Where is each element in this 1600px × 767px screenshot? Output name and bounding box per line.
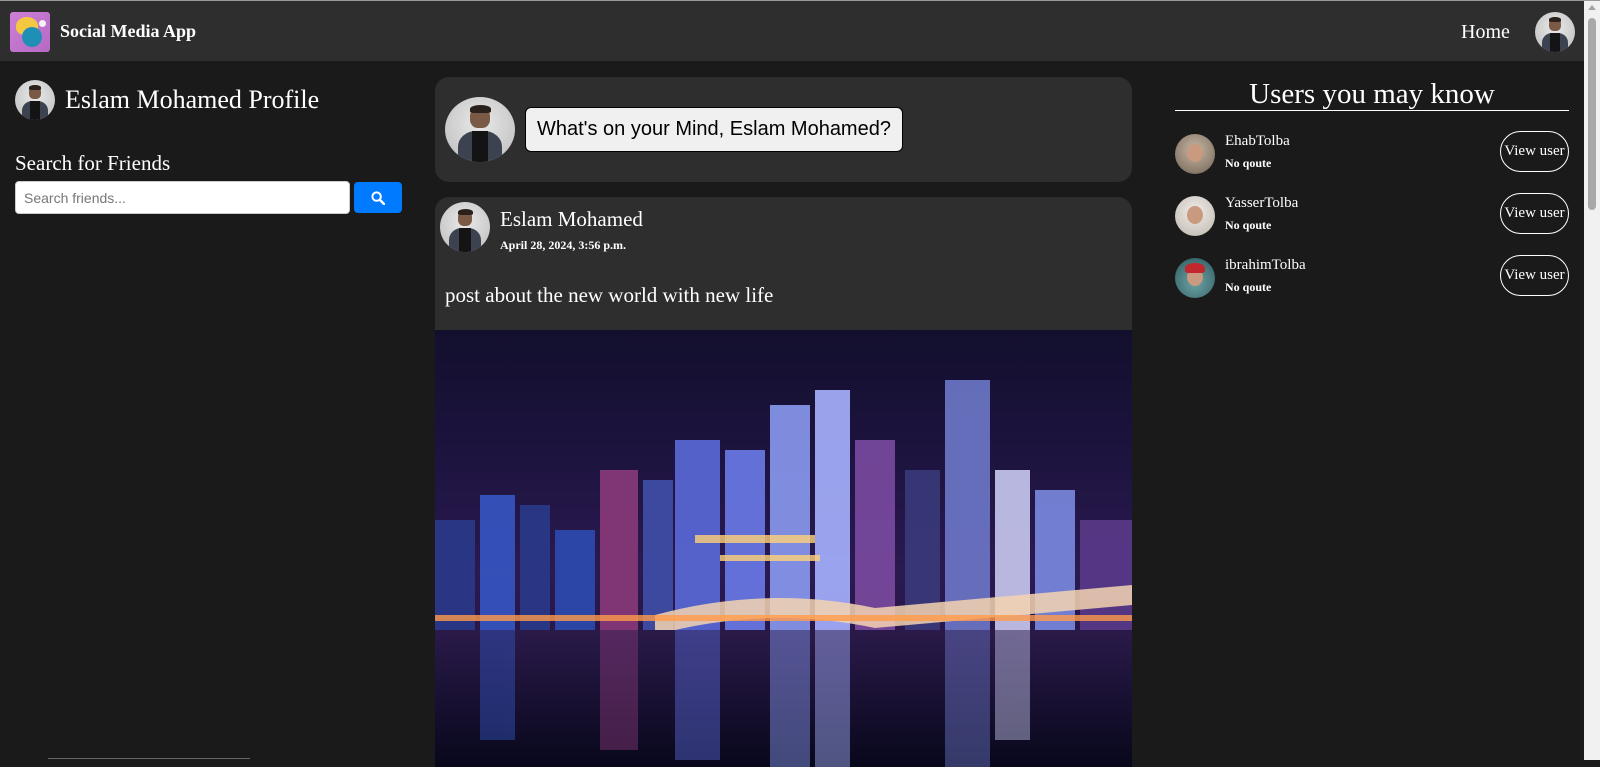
city-skyline-image bbox=[435, 330, 1132, 767]
nav-home-link[interactable]: Home bbox=[1461, 21, 1510, 44]
navbar: Social Media App Home bbox=[0, 1, 1584, 61]
profile-link[interactable]: Eslam Mohamed Profile bbox=[65, 85, 319, 115]
suggested-user-name: EhabTolba bbox=[1225, 133, 1290, 149]
suggestions-divider bbox=[1175, 110, 1569, 111]
profile-avatar[interactable] bbox=[15, 80, 55, 120]
post-card: Eslam Mohamed April 28, 2024, 3:56 p.m. … bbox=[435, 197, 1132, 767]
suggested-user-avatar[interactable] bbox=[1175, 258, 1215, 298]
scrollbar-thumb[interactable] bbox=[1588, 18, 1596, 210]
suggested-user-row: ibrahimTolba No qoute View user bbox=[1175, 255, 1569, 300]
brand-title[interactable]: Social Media App bbox=[60, 21, 196, 42]
suggested-user-quote: No qoute bbox=[1225, 280, 1272, 294]
whats-on-your-mind-button[interactable]: What's on your Mind, Eslam Mohamed? bbox=[525, 107, 903, 152]
scroll-up-arrow-icon[interactable] bbox=[1588, 5, 1596, 10]
suggested-user-quote: No qoute bbox=[1225, 218, 1272, 232]
suggestions-title: Users you may know bbox=[1249, 78, 1495, 110]
page-scrollbar[interactable] bbox=[1584, 1, 1600, 760]
left-divider bbox=[48, 758, 250, 759]
view-user-button[interactable]: View user bbox=[1500, 131, 1569, 172]
user-avatar-icon[interactable] bbox=[1535, 12, 1575, 52]
post-image[interactable] bbox=[435, 330, 1132, 767]
search-friends-input[interactable] bbox=[15, 181, 350, 214]
search-icon bbox=[371, 191, 385, 205]
suggested-user-row: EhabTolba No qoute View user bbox=[1175, 131, 1569, 176]
suggested-user-quote: No qoute bbox=[1225, 156, 1272, 170]
search-button[interactable] bbox=[354, 182, 402, 213]
suggested-user-avatar[interactable] bbox=[1175, 134, 1215, 174]
suggested-user-avatar[interactable] bbox=[1175, 196, 1215, 236]
view-user-button[interactable]: View user bbox=[1500, 255, 1569, 296]
suggested-user-row: YasserTolba No qoute View user bbox=[1175, 193, 1569, 238]
suggested-user-name: YasserTolba bbox=[1225, 195, 1299, 211]
post-author-name[interactable]: Eslam Mohamed bbox=[500, 207, 643, 232]
composer-avatar bbox=[445, 97, 515, 162]
post-text: post about the new world with new life bbox=[445, 283, 774, 307]
post-composer: What's on your Mind, Eslam Mohamed? bbox=[435, 77, 1132, 182]
app-logo-icon[interactable] bbox=[10, 12, 50, 52]
suggested-user-name: ibrahimTolba bbox=[1225, 257, 1306, 273]
post-timestamp: April 28, 2024, 3:56 p.m. bbox=[500, 238, 626, 252]
post-author-avatar[interactable] bbox=[440, 202, 490, 252]
search-friends-heading: Search for Friends bbox=[15, 151, 171, 175]
view-user-button[interactable]: View user bbox=[1500, 193, 1569, 234]
